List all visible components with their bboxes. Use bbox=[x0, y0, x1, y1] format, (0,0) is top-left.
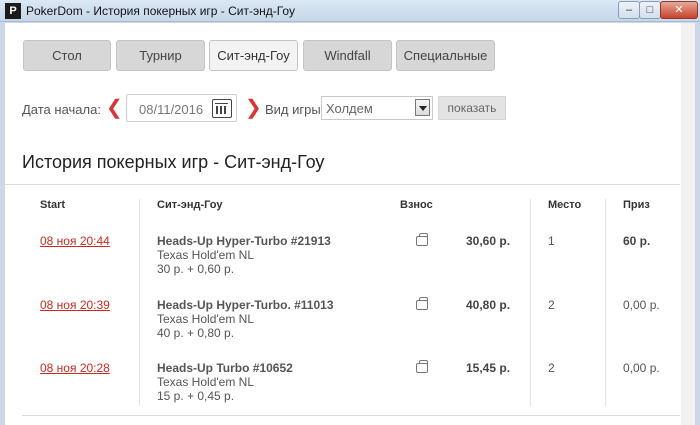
wallet-icon bbox=[416, 297, 428, 310]
app-logo-icon: P bbox=[5, 3, 21, 19]
prize-value: 0,00 р. bbox=[623, 361, 660, 375]
header-sit-and-go: Сит-энд-Гоу bbox=[157, 199, 223, 211]
place-value: 2 bbox=[548, 298, 555, 312]
wallet-icon bbox=[416, 233, 428, 246]
window-titlebar: P PokerDom - История покерных игр - Сит-… bbox=[0, 0, 700, 22]
game-name: Heads-Up Turbo #10652 bbox=[157, 361, 293, 375]
game-type-select[interactable]: Холдем bbox=[321, 96, 433, 120]
game-variant: Texas Hold'em NL bbox=[157, 248, 254, 262]
game-name: Heads-Up Hyper-Turbo. #11013 bbox=[157, 298, 334, 312]
column-divider bbox=[139, 199, 140, 406]
header-buyin: Взнос bbox=[400, 199, 433, 211]
start-date-field[interactable]: 08/11/2016 bbox=[126, 94, 237, 122]
maximize-button[interactable]: □ bbox=[639, 1, 661, 19]
game-start-link[interactable]: 08 ноя 20:28 bbox=[40, 361, 110, 375]
calendar-icon[interactable] bbox=[212, 99, 232, 118]
game-variant: Texas Hold'em NL bbox=[157, 375, 254, 389]
vertical-scrollbar[interactable] bbox=[681, 23, 695, 425]
game-start-link[interactable]: 08 ноя 20:44 bbox=[40, 234, 110, 248]
game-variant: Texas Hold'em NL bbox=[157, 312, 254, 326]
page-title: История покерных игр - Сит-энд-Гоу bbox=[22, 152, 325, 172]
minimize-button[interactable]: – bbox=[618, 1, 640, 19]
buyin-amount: 40,80 р. bbox=[466, 298, 511, 312]
header-start: Start bbox=[40, 199, 66, 211]
start-date-value: 08/11/2016 bbox=[139, 102, 204, 117]
prize-value: 60 р. bbox=[623, 234, 651, 248]
game-type-value: Холдем bbox=[326, 101, 373, 116]
place-value: 1 bbox=[548, 234, 555, 248]
tab-windfall[interactable]: Windfall bbox=[303, 40, 392, 71]
buyin-amount: 15,45 р. bbox=[466, 361, 511, 375]
start-date-label: Дата начала: bbox=[22, 102, 101, 117]
tab-table[interactable]: Стол bbox=[23, 40, 111, 71]
show-button[interactable]: показать bbox=[438, 96, 506, 120]
close-button[interactable]: ✕ bbox=[660, 1, 698, 19]
window-title: PokerDom - История покерных игр - Сит-эн… bbox=[26, 4, 295, 18]
prize-value: 0,00 р. bbox=[623, 298, 660, 312]
game-fee: 30 р. + 0,60 р. bbox=[157, 262, 235, 276]
tab-sit-and-go[interactable]: Сит-энд-Гоу bbox=[209, 40, 298, 71]
divider bbox=[5, 184, 680, 185]
buyin-amount: 30,60 р. bbox=[466, 234, 511, 248]
place-value: 2 bbox=[548, 361, 555, 375]
game-type-label: Вид игры: bbox=[265, 102, 325, 117]
chevron-down-icon[interactable] bbox=[415, 99, 430, 116]
next-date-arrow-icon[interactable]: ❯ bbox=[245, 98, 262, 118]
game-fee: 15 р. + 0,45 р. bbox=[157, 389, 235, 403]
main-content: Стол Турнир Сит-энд-Гоу Windfall Специал… bbox=[5, 23, 695, 425]
wallet-icon bbox=[416, 360, 428, 373]
column-divider bbox=[605, 199, 606, 406]
game-fee: 40 р. + 0,80 р. bbox=[157, 326, 235, 340]
game-name: Heads-Up Hyper-Turbo #21913 bbox=[157, 234, 331, 248]
prev-date-arrow-icon[interactable]: ❮ bbox=[106, 98, 123, 118]
divider bbox=[22, 415, 680, 416]
header-prize: Приз bbox=[623, 199, 650, 211]
tab-special[interactable]: Специальные bbox=[396, 40, 495, 71]
column-divider bbox=[530, 199, 531, 406]
game-start-link[interactable]: 08 ноя 20:39 bbox=[40, 298, 110, 312]
header-place: Место bbox=[548, 199, 582, 211]
tab-tournament[interactable]: Турнир bbox=[116, 40, 205, 71]
